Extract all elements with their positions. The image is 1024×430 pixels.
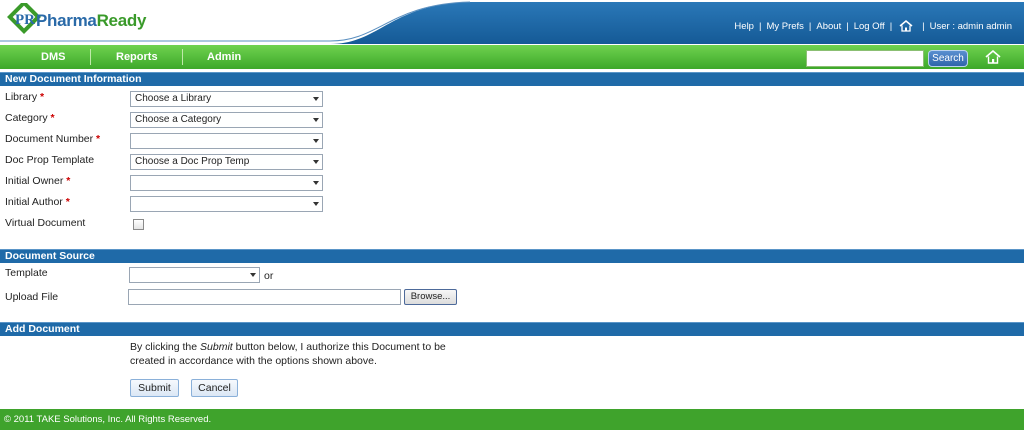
section-header-add-document: Add Document <box>0 322 1024 336</box>
cancel-button[interactable]: Cancel <box>191 379 238 397</box>
dropdown-arrow-icon <box>313 139 319 143</box>
help-link[interactable]: Help <box>734 21 754 32</box>
dropdown-arrow-icon <box>313 202 319 206</box>
authorization-text-submit-emphasis: Submit <box>200 341 233 353</box>
initial-owner-select[interactable] <box>130 175 323 191</box>
nav-item-reports[interactable]: Reports <box>116 45 158 69</box>
search-button[interactable]: Search <box>928 50 968 67</box>
app-header: PR PharmaReady Help | My Prefs | About |… <box>0 0 1024 44</box>
category-label-text: Category <box>5 112 48 124</box>
authorization-text: By clicking the Submit button below, I a… <box>130 340 450 368</box>
document-number-label-text: Document Number <box>5 133 94 145</box>
document-number-select[interactable] <box>130 133 323 149</box>
submit-button[interactable]: Submit <box>130 379 179 397</box>
upload-file-input[interactable] <box>128 289 401 305</box>
top-link-separator: | <box>808 20 812 32</box>
dropdown-arrow-icon <box>313 160 319 164</box>
top-links: Help | My Prefs | About | Log Off | | Us… <box>734 20 1012 32</box>
search-input[interactable] <box>806 50 924 67</box>
required-marker: * <box>66 175 71 187</box>
library-label-text: Library <box>5 91 38 103</box>
nav-item-dms[interactable]: DMS <box>41 45 65 69</box>
logo-text-ready: Ready <box>96 11 147 30</box>
initial-owner-label: Initial Owner * <box>5 175 70 187</box>
dropdown-arrow-icon <box>313 181 319 185</box>
initial-author-label: Initial Author * <box>5 196 70 208</box>
svg-text:PR: PR <box>15 12 35 28</box>
required-marker: * <box>50 112 55 124</box>
doc-prop-template-label: Doc Prop Template <box>5 154 95 166</box>
top-link-separator: | <box>922 20 925 32</box>
logo-text: PharmaReady <box>36 11 146 31</box>
virtual-document-checkbox[interactable] <box>133 219 144 230</box>
required-marker: * <box>96 133 101 145</box>
required-marker: * <box>40 91 45 103</box>
initial-author-label-text: Initial Author <box>5 196 63 208</box>
virtual-document-label: Virtual Document <box>5 217 86 229</box>
nav-divider <box>90 49 91 65</box>
home-icon[interactable] <box>985 50 1001 64</box>
footer-copyright: © 2011 TAKE Solutions, Inc. All Rights R… <box>0 409 1024 430</box>
or-text: or <box>264 270 274 282</box>
about-link[interactable]: About <box>816 21 841 32</box>
initial-owner-label-text: Initial Owner <box>5 175 64 187</box>
logo-text-pharma: Pharma <box>36 11 97 30</box>
section-header-new-document: New Document Information <box>0 72 1024 86</box>
home-icon[interactable] <box>899 20 913 32</box>
current-user-label: User : admin admin <box>929 20 1012 32</box>
top-link-separator: | <box>846 20 849 32</box>
dropdown-arrow-icon <box>250 273 256 277</box>
category-select[interactable]: Choose a Category <box>130 112 323 128</box>
category-label: Category * <box>5 112 55 124</box>
document-number-label: Document Number * <box>5 133 100 145</box>
authorization-text-start: By clicking the <box>130 341 201 353</box>
nav-divider <box>182 49 183 65</box>
pharmaready-logo[interactable]: PR PharmaReady <box>6 3 176 37</box>
library-select[interactable]: Choose a Library <box>130 91 323 107</box>
nav-item-admin[interactable]: Admin <box>207 45 241 69</box>
library-select-value: Choose a Library <box>135 93 212 104</box>
initial-author-select[interactable] <box>130 196 323 212</box>
log-off-link[interactable]: Log Off <box>854 21 885 32</box>
dropdown-arrow-icon <box>313 97 319 101</box>
category-select-value: Choose a Category <box>135 114 222 125</box>
browse-button[interactable]: Browse... <box>404 289 457 305</box>
template-label: Template <box>5 267 48 279</box>
doc-prop-template-select-value: Choose a Doc Prop Temp <box>135 156 250 167</box>
top-link-separator: | <box>758 20 762 32</box>
top-link-separator: | <box>889 20 893 32</box>
upload-file-label: Upload File <box>5 291 59 303</box>
library-label: Library * <box>5 91 44 103</box>
section-header-document-source: Document Source <box>0 249 1024 263</box>
dropdown-arrow-icon <box>313 118 319 122</box>
template-select[interactable] <box>129 267 260 283</box>
my-prefs-link[interactable]: My Prefs <box>766 21 803 32</box>
required-marker: * <box>65 196 70 208</box>
doc-prop-template-select[interactable]: Choose a Doc Prop Temp <box>130 154 323 170</box>
